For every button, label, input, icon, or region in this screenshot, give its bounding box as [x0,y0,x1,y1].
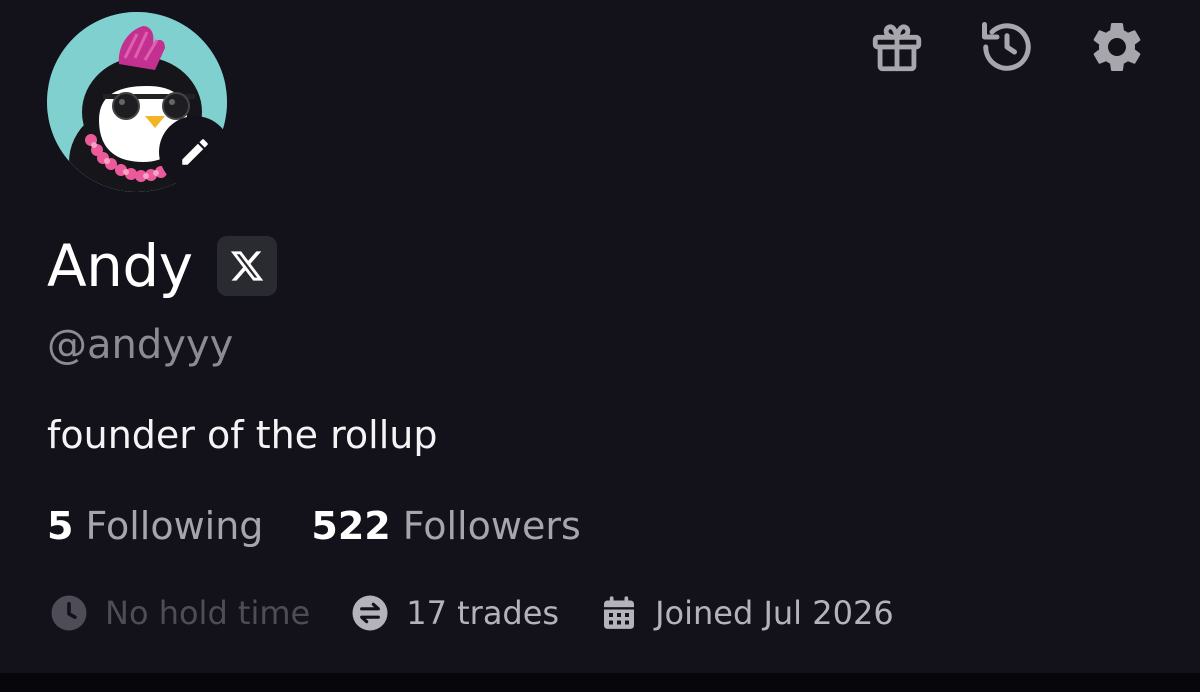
followers-stat[interactable]: 522 Followers [311,500,580,552]
profile-handle: @andyyy [47,322,234,368]
followers-count: 522 [311,504,391,548]
joined-info: Joined Jul 2026 [599,588,894,638]
hold-time-text: No hold time [105,594,311,632]
settings-button[interactable] [1086,16,1148,78]
profile-bio: founder of the rollup [47,413,438,457]
history-icon [982,22,1031,71]
profile-toolbar [866,16,1148,78]
followers-label: Followers [402,504,581,548]
settings-gear-icon [1093,22,1141,71]
joined-text: Joined Jul 2026 [655,594,894,632]
profile-meta: No hold time 17 trades Joined Jul 2026 [49,588,894,638]
gift-icon [872,24,922,72]
x-logo-icon [230,251,263,281]
pencil-icon [182,139,208,165]
history-button[interactable] [976,16,1038,78]
profile-name: Andy [47,232,193,300]
gift-button[interactable] [866,16,928,78]
bottom-divider [0,673,1200,692]
profile-avatar-container [47,12,231,192]
edit-avatar-button[interactable] [159,116,231,188]
trades-info: 17 trades [350,588,559,638]
profile-stats: 5 Following 522 Followers [47,500,581,552]
swap-arrows-icon [352,595,388,631]
following-label: Following [85,504,264,548]
clock-icon [51,595,87,631]
calendar-icon [604,596,635,629]
following-count: 5 [47,504,74,548]
following-stat[interactable]: 5 Following [47,500,263,552]
x-profile-link[interactable] [216,236,277,296]
trades-text: 17 trades [406,594,560,632]
hold-time-info: No hold time [49,588,310,638]
profile-name-row: Andy [47,232,277,300]
